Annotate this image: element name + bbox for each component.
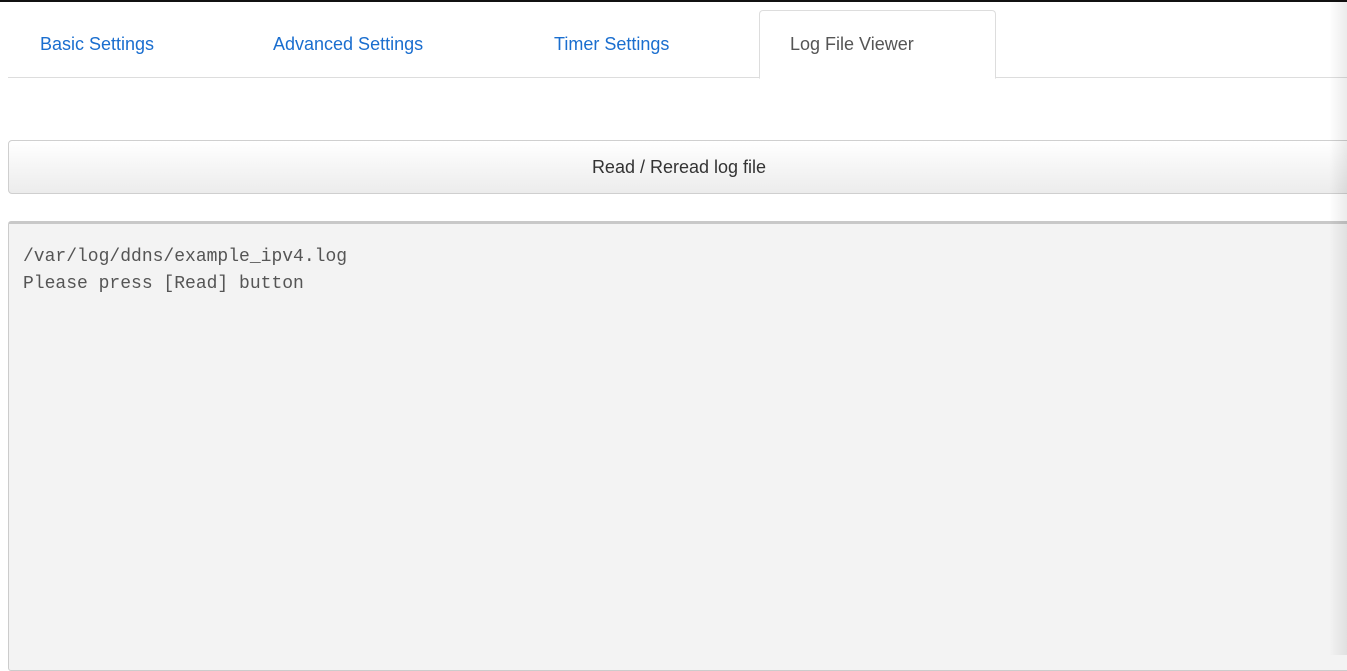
log-file-path: /var/log/ddns/example_ipv4.log [23,247,348,267]
read-log-button-label: Read / Reread log file [591,157,767,177]
tab-timer-settings[interactable]: Timer Settings [554,10,669,78]
tab-basic-settings[interactable]: Basic Settings [40,10,154,78]
tab-bar: Basic Settings Advanced Settings Timer S… [8,10,1347,79]
log-status-message: Please press [Read] button [23,274,304,294]
tab-advanced-settings[interactable]: Advanced Settings [273,10,423,78]
top-divider [0,0,1347,2]
log-viewer-textarea[interactable]: /var/log/ddns/example_ipv4.log Please pre… [8,221,1347,671]
tab-log-file-viewer[interactable]: Log File Viewer [759,10,996,79]
read-log-button[interactable]: Read / Reread log file [8,140,1347,194]
